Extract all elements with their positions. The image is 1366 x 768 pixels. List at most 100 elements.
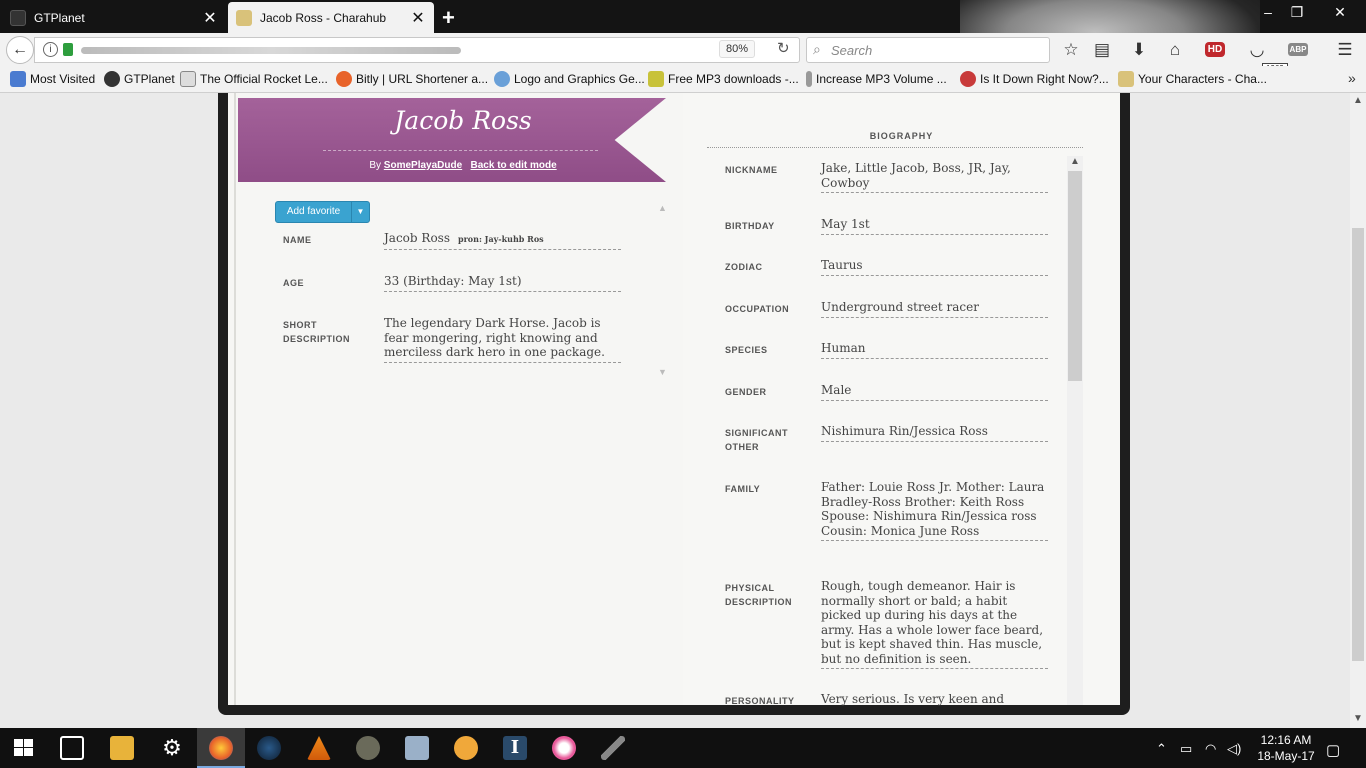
- bookmark-icon: [1118, 71, 1134, 87]
- abp-label: ABP: [1287, 43, 1309, 56]
- occupation-label: OCCUPATION: [725, 304, 790, 314]
- volume-icon[interactable]: ◁): [1227, 741, 1241, 757]
- edit-mode-link[interactable]: Back to edit mode: [471, 160, 557, 171]
- significant-other-label: SIGNIFICANT OTHER: [725, 428, 788, 452]
- navigation-toolbar: i 80% ↻ ← ⌕ Search ☆ ▤ ⬇ ⌂ HD ◡ ABP ☰ 19…: [0, 33, 1366, 74]
- scroll-up-arrow-icon[interactable]: ▲: [1353, 95, 1363, 106]
- add-favorite-label: Add favorite: [276, 202, 352, 222]
- system-clock[interactable]: 12:16 AM 18-May-17: [1246, 732, 1326, 764]
- zoom-indicator[interactable]: 80%: [719, 40, 756, 58]
- close-tab-icon[interactable]: ✕: [202, 8, 218, 28]
- charahub-favicon: [236, 9, 252, 26]
- occupation-value: Underground street racer: [821, 300, 1048, 318]
- close-window-icon[interactable]: ✕: [1320, 4, 1360, 21]
- bookmark-item[interactable]: Increase MP3 Volume ...: [806, 71, 947, 87]
- downloads-icon[interactable]: ⬇: [1126, 37, 1152, 63]
- name-value: Jacob Ross pron: Jay-kuhb Ros: [384, 231, 621, 250]
- action-center-icon[interactable]: ▢: [1326, 741, 1340, 759]
- new-tab-plus-icon[interactable]: +: [442, 5, 455, 31]
- bookmarks-toolbar: Most Visited GTPlanet The Official Rocke…: [0, 66, 1366, 93]
- tab-gtplanet[interactable]: GTPlanet ✕: [2, 2, 226, 33]
- biography-scrollbar[interactable]: ▲: [1067, 156, 1083, 705]
- tray-chevron-icon[interactable]: ⌃: [1156, 741, 1167, 757]
- bookmark-item[interactable]: Your Characters - Cha...: [1118, 71, 1267, 87]
- by-label: By: [369, 160, 382, 171]
- info-icon[interactable]: i: [43, 42, 58, 57]
- tool-icon[interactable]: [601, 736, 625, 760]
- bookmark-item[interactable]: Most Visited: [10, 71, 95, 87]
- byline: By SomePlayaDude Back to edit mode: [228, 160, 698, 171]
- bookmark-item[interactable]: The Official Rocket Le...: [180, 71, 328, 87]
- menu-hamburger-icon[interactable]: ☰: [1332, 37, 1358, 63]
- gender-label: GENDER: [725, 387, 767, 397]
- settings-gear-icon[interactable]: ⚙: [160, 736, 184, 760]
- scroll-down-arrow-icon[interactable]: ▼: [1353, 713, 1363, 724]
- bookmark-star-icon[interactable]: ☆: [1058, 37, 1084, 63]
- family-value: Father: Louie Ross Jr. Mother: Laura Bra…: [821, 480, 1048, 541]
- scroll-up-arrow-icon[interactable]: ▲: [1070, 156, 1080, 167]
- file-explorer-icon[interactable]: [110, 736, 134, 760]
- author-link[interactable]: SomePlayaDude: [384, 160, 462, 171]
- close-tab-icon[interactable]: ✕: [410, 8, 426, 28]
- pronunciation-note: pron: Jay-kuhb Ros: [457, 234, 544, 244]
- hd-extension-button[interactable]: HD: [1200, 37, 1230, 63]
- bookmark-item[interactable]: Logo and Graphics Ge...: [494, 71, 645, 87]
- species-label: SPECIES: [725, 345, 768, 355]
- reading-list-icon[interactable]: ▤: [1089, 37, 1115, 63]
- firefox-icon: [209, 736, 233, 760]
- nickname-label: NICKNAME: [725, 165, 778, 175]
- bookmark-item[interactable]: Is It Down Right Now?...: [960, 71, 1109, 87]
- search-icon: ⌕: [813, 41, 821, 57]
- bookmark-item[interactable]: Bitly | URL Shortener a...: [336, 71, 488, 87]
- windows-taskbar: ⚙ I ⌃ ▭ ◠ ◁) 12:16 AM 18-May-17 ▢: [0, 728, 1366, 768]
- bookmark-label: Is It Down Right Now?...: [980, 72, 1109, 86]
- bookmark-item[interactable]: GTPlanet: [104, 71, 175, 87]
- bookmark-label: Free MP3 downloads -...: [668, 72, 799, 86]
- lock-icon: [63, 43, 73, 56]
- tab-charahub[interactable]: Jacob Ross - Charahub ✕: [228, 2, 434, 33]
- bookmarks-overflow-chevron-icon[interactable]: »: [1348, 70, 1356, 86]
- bookmark-label: Logo and Graphics Ge...: [514, 72, 645, 86]
- image-viewer-icon[interactable]: [405, 736, 429, 760]
- text-editor-icon[interactable]: I: [503, 736, 527, 760]
- back-button[interactable]: ←: [6, 36, 34, 64]
- firefox-taskbar-active[interactable]: [197, 728, 245, 768]
- profile-scroll-area[interactable]: ▲ ▼: [656, 203, 668, 379]
- bookmark-label: Most Visited: [30, 72, 96, 86]
- personality-value: Very serious. Is very keen and: [821, 692, 1005, 706]
- media-app-icon[interactable]: [454, 736, 478, 760]
- character-name-title: Jacob Ross: [394, 106, 532, 135]
- vlc-icon[interactable]: [307, 736, 331, 760]
- home-icon[interactable]: ⌂: [1162, 37, 1188, 63]
- itunes-icon[interactable]: [552, 736, 576, 760]
- title-ribbon-content: Jacob Ross By SomePlayaDude Back to edit…: [228, 98, 698, 182]
- age-value: 33 (Birthday: May 1st): [384, 274, 621, 292]
- pocket-icon[interactable]: ◡: [1244, 37, 1270, 63]
- url-bar[interactable]: i 80% ↻: [34, 37, 800, 63]
- dropdown-caret-icon[interactable]: ▼: [352, 202, 369, 222]
- scrollbar-thumb[interactable]: [1068, 171, 1082, 381]
- physical-description-value: Rough, tough demeanor. Hair is normally …: [821, 579, 1048, 669]
- page-scrollbar[interactable]: ▲ ▼: [1350, 93, 1366, 728]
- tab-title: Jacob Ross - Charahub: [260, 10, 387, 25]
- adblock-button[interactable]: ABP: [1281, 37, 1315, 63]
- personality-label: PERSONALITY: [725, 696, 795, 706]
- windows-start-icon[interactable]: [14, 739, 34, 757]
- task-view-icon[interactable]: [60, 736, 84, 760]
- bookmark-icon: [10, 71, 26, 87]
- wifi-icon[interactable]: ◠: [1205, 741, 1216, 757]
- scroll-up-arrow-icon[interactable]: ▲: [658, 203, 667, 213]
- search-bar[interactable]: ⌕ Search: [806, 37, 1050, 63]
- scroll-down-arrow-icon[interactable]: ▼: [658, 367, 667, 377]
- reload-icon[interactable]: ↻: [777, 39, 790, 57]
- battery-icon[interactable]: ▭: [1180, 741, 1192, 757]
- scrollbar-thumb[interactable]: [1352, 228, 1364, 661]
- add-favorite-button[interactable]: Add favorite ▼: [275, 201, 370, 223]
- character-book: Jacob Ross By SomePlayaDude Back to edit…: [218, 93, 1130, 715]
- bookmark-item[interactable]: Free MP3 downloads -...: [648, 71, 799, 87]
- restore-icon[interactable]: ❐: [1277, 4, 1317, 21]
- birthday-value: May 1st: [821, 217, 1048, 235]
- steam-icon[interactable]: [257, 736, 281, 760]
- gimp-icon[interactable]: [356, 736, 380, 760]
- back-arrow-icon: ←: [12, 41, 28, 58]
